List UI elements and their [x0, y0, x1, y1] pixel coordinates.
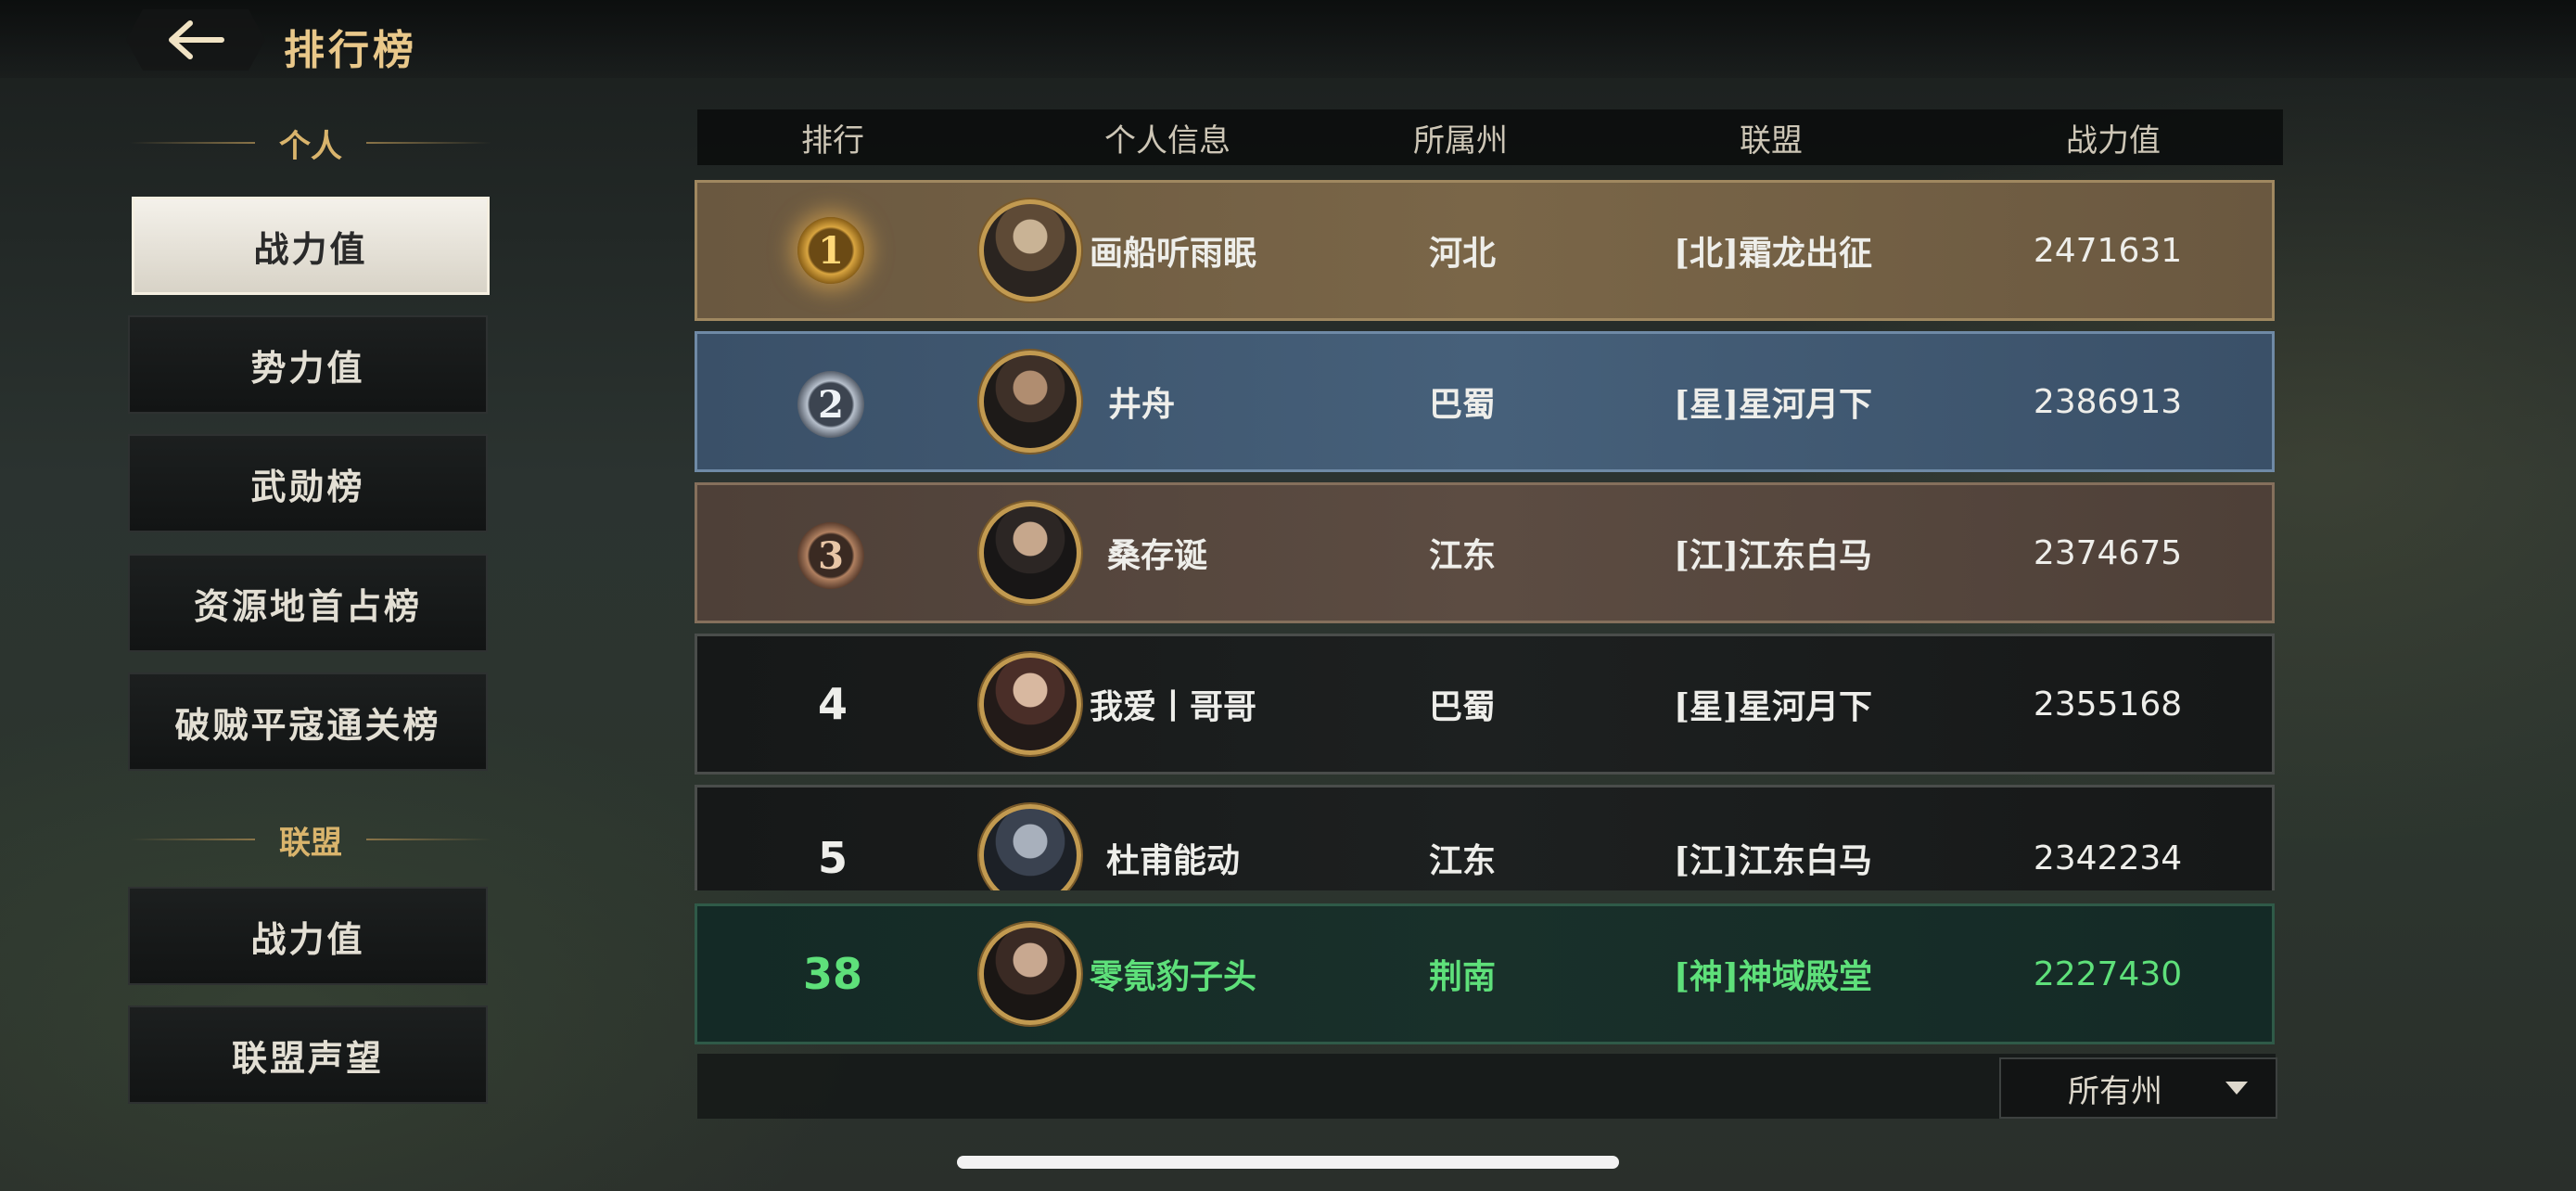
column-header-player-info: 个人信息	[1104, 122, 1231, 160]
player-alliance: [神]神域殿堂	[1673, 957, 1873, 996]
player-power: 2342234	[2033, 839, 2183, 877]
column-header-rank: 排行	[801, 122, 864, 160]
player-state: 江东	[1428, 841, 1497, 880]
rank-medal-bronze: 3	[797, 522, 864, 589]
player-alliance: [北]霜龙出征	[1673, 234, 1873, 273]
player-name: 画船听雨眠	[1089, 234, 1257, 273]
rank-medal-silver: 2	[797, 371, 864, 438]
player-alliance: [江]江东白马	[1673, 841, 1873, 880]
rank-number: 5	[817, 833, 848, 883]
rank-number: 38	[802, 949, 863, 999]
sidebar-item-influence[interactable]: 势力值	[128, 315, 488, 414]
player-name: 桑存诞	[1106, 536, 1208, 575]
home-indicator[interactable]	[957, 1156, 1619, 1169]
section-header-alliance-label: 联盟	[279, 824, 342, 862]
back-button[interactable]	[126, 9, 265, 70]
sidebar-item-resource-first-capture[interactable]: 资源地首占榜	[128, 554, 488, 652]
player-name: 我爱丨哥哥	[1089, 687, 1257, 726]
player-power: 2386913	[2033, 382, 2183, 421]
table-header: 排行 个人信息 所属州 联盟 战力值	[697, 109, 2283, 165]
avatar	[979, 653, 1081, 755]
player-name: 零氪豹子头	[1089, 957, 1257, 996]
player-state: 江东	[1428, 536, 1497, 575]
page-title: 排行榜	[284, 27, 417, 74]
state-filter-value: 所有州	[2068, 1072, 2162, 1110]
player-state: 荆南	[1428, 957, 1497, 996]
avatar	[979, 351, 1081, 453]
section-header-personal-label: 个人	[279, 127, 342, 165]
avatar	[979, 923, 1081, 1025]
player-power: 2355168	[2033, 685, 2183, 724]
section-header-alliance: 联盟	[130, 821, 491, 862]
sidebar-item-personal-power[interactable]: 战力值	[132, 197, 490, 295]
rank-number: 1	[818, 228, 844, 273]
column-header-state: 所属州	[1413, 122, 1508, 160]
player-name: 井舟	[1107, 385, 1176, 424]
self-rank-row[interactable]: 38 零氪豹子头 荆南 [神]神域殿堂 2227430	[695, 903, 2275, 1044]
avatar	[979, 804, 1081, 890]
table-row[interactable]: 1 画船听雨眠 河北 [北]霜龙出征 2471631	[695, 180, 2275, 321]
table-row[interactable]: 4 我爱丨哥哥 巴蜀 [星]星河月下 2355168	[695, 634, 2275, 775]
player-power: 2471631	[2033, 231, 2183, 270]
sidebar-item-merit-board[interactable]: 武勋榜	[128, 434, 488, 532]
table-row[interactable]: 5 杜甫能动 江东 [江]江东白马 2342234	[695, 785, 2275, 890]
sidebar-item-alliance-prestige[interactable]: 联盟声望	[128, 1005, 488, 1104]
player-name: 杜甫能动	[1105, 841, 1241, 880]
player-alliance: [星]星河月下	[1673, 687, 1873, 726]
rank-number: 2	[818, 382, 844, 427]
rank-number: 4	[817, 679, 848, 729]
table-row[interactable]: 3 桑存诞 江东 [江]江东白马 2374675	[695, 482, 2275, 623]
player-alliance: [星]星河月下	[1673, 385, 1873, 424]
column-header-alliance: 联盟	[1740, 122, 1803, 160]
player-state: 河北	[1428, 234, 1497, 273]
table-row[interactable]: 2 井舟 巴蜀 [星]星河月下 2386913	[695, 331, 2275, 472]
sidebar-item-alliance-power[interactable]: 战力值	[128, 887, 488, 985]
rank-medal-gold: 1	[797, 217, 864, 284]
rank-number: 3	[818, 533, 844, 578]
avatar	[979, 502, 1081, 604]
state-filter-select[interactable]: 所有州	[1999, 1057, 2277, 1119]
section-header-personal: 个人	[130, 124, 491, 165]
player-state: 巴蜀	[1428, 385, 1497, 424]
sidebar-item-bandit-clear[interactable]: 破贼平寇通关榜	[128, 672, 488, 771]
player-alliance: [江]江东白马	[1673, 536, 1873, 575]
avatar	[979, 199, 1081, 301]
player-state: 巴蜀	[1428, 687, 1497, 726]
player-power: 2374675	[2033, 533, 2183, 572]
dropdown-triangle-icon	[2225, 1082, 2248, 1095]
back-arrow-icon	[169, 20, 224, 59]
player-power: 2227430	[2033, 954, 2183, 993]
column-header-power: 战力值	[2066, 122, 2161, 160]
